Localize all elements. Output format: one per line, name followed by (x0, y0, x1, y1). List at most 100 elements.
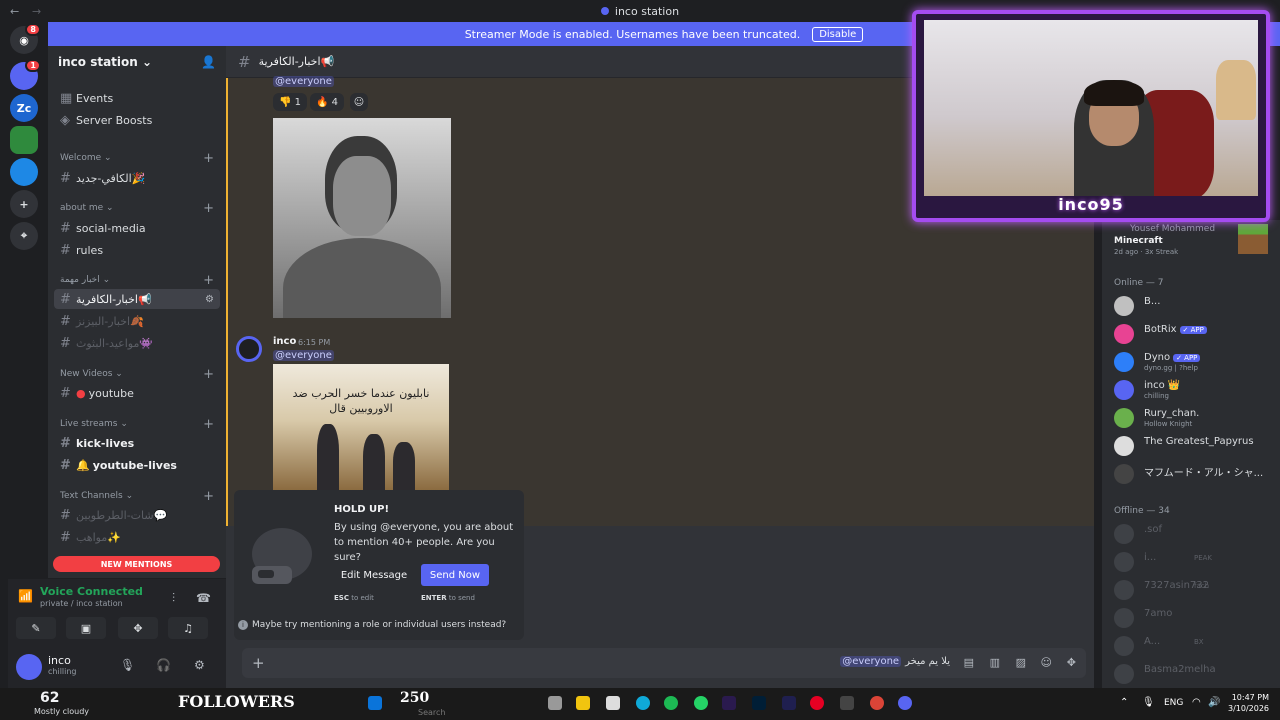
channel-chat[interactable]: # شات-الطرطوبين💬 (54, 505, 220, 525)
avatar[interactable] (1114, 352, 1134, 372)
chad-meme-image[interactable] (273, 118, 451, 318)
member-row[interactable]: 7327asin732 fach (1114, 578, 1274, 602)
channel-rules[interactable]: # rules (54, 240, 220, 260)
member-row[interactable]: inco 👑 chilling (1114, 378, 1274, 402)
whatsapp-icon[interactable] (694, 696, 708, 710)
weather-temp[interactable]: 62 (40, 690, 59, 706)
screen-share-button[interactable]: ▣ (66, 617, 106, 639)
sticker-icon[interactable]: ▨ (1016, 656, 1026, 669)
windows-start-icon[interactable] (368, 696, 382, 710)
avatar[interactable] (1114, 664, 1134, 684)
file-explorer-icon[interactable] (576, 696, 590, 710)
member-row[interactable]: BotRix ✓ APP (1114, 322, 1274, 346)
category-about-me[interactable]: about me ⌄ + (54, 198, 220, 218)
avatar[interactable] (1114, 324, 1134, 344)
headphones-icon[interactable]: 🎧 (156, 658, 171, 672)
sidebar-item-boosts[interactable]: ◈ Server Boosts (54, 110, 220, 130)
photoshop-icon[interactable] (752, 696, 766, 710)
channel-youtube[interactable]: # ● youtube (54, 383, 220, 403)
add-reaction-button[interactable]: ☺ (350, 93, 368, 111)
reaction-fire[interactable]: 🔥 4 (310, 93, 345, 111)
gift-icon[interactable]: ▤ (964, 656, 974, 669)
avatar[interactable] (1114, 524, 1134, 544)
message-author[interactable]: inco (273, 336, 296, 347)
member-row[interactable]: マフムード・アル・シャ... (1114, 462, 1274, 486)
gif-icon[interactable]: ▥ (990, 656, 1000, 669)
channel-welcome[interactable]: # الكافي-جديد🎉 (54, 168, 220, 188)
voice-status[interactable]: Voice Connected (40, 585, 143, 598)
member-row[interactable]: 7amo (1114, 606, 1274, 630)
server-zc[interactable]: Zc (10, 94, 38, 122)
search-box[interactable]: Search (418, 708, 445, 717)
edge-icon[interactable] (636, 696, 650, 710)
server-inco-station[interactable]: 1 (10, 59, 41, 90)
back-arrow-icon[interactable]: ← (10, 5, 19, 18)
discover-icon[interactable]: ⌖ (10, 222, 38, 250)
avatar[interactable] (1114, 380, 1134, 400)
category-text-channels[interactable]: Text Channels ⌄ + (54, 486, 220, 506)
direct-messages-icon[interactable]: ◉ 8 (10, 23, 41, 54)
premiere-icon[interactable] (722, 696, 736, 710)
member-row[interactable]: B... (1114, 294, 1274, 318)
channel-news-business[interactable]: # اخبار-البيزنز🍂 (54, 311, 220, 331)
activity-card[interactable]: Yousef Mohammed Minecraft 2d ago · 3x St… (1102, 220, 1280, 264)
attach-plus-icon[interactable]: + (252, 654, 265, 672)
member-row[interactable]: A... BX (1114, 634, 1274, 658)
napoleon-meme-image[interactable]: نابليون عندما خسر الحرب ضد الاوروبيين قا… (273, 364, 449, 490)
category-new-videos[interactable]: New Videos ⌄ + (54, 364, 220, 384)
avatar[interactable] (1114, 464, 1134, 484)
add-server-icon[interactable]: + (10, 190, 38, 218)
member-row[interactable]: Basma2melha (1114, 662, 1274, 686)
avatar[interactable] (236, 336, 262, 362)
avatar[interactable] (16, 654, 42, 680)
microphone-icon[interactable]: 🎙 (120, 658, 135, 672)
add-channel-icon[interactable]: + (203, 151, 214, 166)
clock[interactable]: 10:47 PM 3/10/2026 (1228, 692, 1269, 714)
task-view-icon[interactable] (548, 696, 562, 710)
avatar[interactable] (1114, 636, 1134, 656)
chrome-icon[interactable] (870, 696, 884, 710)
server-header[interactable]: inco station ⌄ 👤 (48, 46, 226, 78)
composer-text[interactable]: @everyone يلا يم ميخر (840, 656, 950, 667)
avatar[interactable] (1114, 436, 1134, 456)
invite-icon[interactable]: 👤 (201, 55, 216, 69)
sidebar-item-events[interactable]: ▦ Events (54, 88, 220, 108)
channel-social-media[interactable]: # social-media (54, 218, 220, 238)
avatar[interactable] (1114, 408, 1134, 428)
input-language[interactable]: ENG (1164, 698, 1183, 708)
wifi-icon[interactable]: ◠ (1192, 697, 1201, 708)
avatar[interactable] (1114, 552, 1134, 572)
everyone-mention[interactable]: @everyone (273, 76, 334, 87)
new-mentions-pill[interactable]: NEW MENTIONS (53, 556, 220, 572)
send-now-button[interactable]: Send Now (421, 564, 489, 586)
camera-off-button[interactable]: ✎ (16, 617, 56, 639)
after-effects-icon[interactable] (782, 696, 796, 710)
settings-gear-icon[interactable]: ⚙ (194, 658, 205, 672)
add-channel-icon[interactable]: + (203, 273, 214, 288)
add-channel-icon[interactable]: + (203, 367, 214, 382)
noise-suppression-icon[interactable]: ⫶ (172, 591, 175, 606)
message-composer[interactable]: + @everyone يلا يم ميخر ▤ ▥ ▨ ☺ ✥ (242, 648, 1086, 678)
add-channel-icon[interactable]: + (203, 201, 214, 216)
settings-gear-icon[interactable]: ⚙ (205, 294, 214, 305)
pinterest-icon[interactable] (810, 696, 824, 710)
avatar[interactable] (1114, 608, 1134, 628)
forward-arrow-icon[interactable]: → (32, 5, 41, 18)
disconnect-icon[interactable]: ☎ (196, 591, 211, 605)
avatar[interactable] (1114, 580, 1134, 600)
signal-icon[interactable]: 📶 (18, 589, 33, 603)
avatar[interactable] (1114, 296, 1134, 316)
discord-taskbar-icon[interactable] (898, 696, 912, 710)
category-welcome[interactable]: Welcome ⌄ + (54, 148, 220, 168)
category-news[interactable]: اخبار مهمة ⌄ + (54, 270, 220, 290)
add-channel-icon[interactable]: + (203, 417, 214, 432)
tray-mic-icon[interactable]: 🎙 (1142, 697, 1155, 708)
add-channel-icon[interactable]: + (203, 489, 214, 504)
member-row[interactable]: Rury_chan. Hollow Knight (1114, 406, 1274, 430)
member-row[interactable]: The Greatest_Papyrus (1114, 434, 1274, 458)
member-row[interactable]: i... PEAK (1114, 550, 1274, 574)
channel-kick-lives[interactable]: # kick-lives (54, 433, 220, 453)
spotify-icon[interactable] (664, 696, 678, 710)
disable-streamer-mode-button[interactable]: Disable (812, 26, 864, 42)
member-row[interactable]: Dyno ✓ APP dyno.gg | ?help (1114, 350, 1274, 374)
